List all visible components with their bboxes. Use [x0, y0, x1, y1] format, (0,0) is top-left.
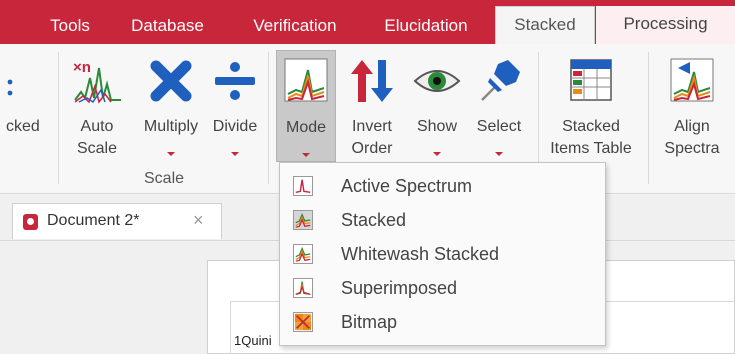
- bitmap-icon: [293, 312, 313, 332]
- align-spectra-button[interactable]: Align Spectra: [656, 44, 728, 164]
- document-tab[interactable]: Document 2* ×: [12, 203, 222, 239]
- stacked-icon: [293, 210, 313, 230]
- menu-item-label: Stacked: [341, 210, 407, 230]
- group-label-scale: Scale: [144, 170, 185, 187]
- tab-stacked[interactable]: Stacked: [495, 6, 595, 44]
- ribbon-separator: [58, 52, 59, 184]
- chevron-down-icon: [231, 152, 239, 156]
- spectrum-title-text: 1Quini: [234, 333, 272, 348]
- ribbon-tab-bar: Tools Database Verification Elucidation …: [0, 0, 735, 44]
- menu-item-bitmap[interactable]: Bitmap: [280, 305, 605, 339]
- menu-item-label: Bitmap: [341, 312, 398, 332]
- tab-elucidation[interactable]: Elucidation: [372, 8, 480, 44]
- tab-processing[interactable]: Processing: [596, 6, 735, 44]
- menu-item-stacked[interactable]: Stacked: [280, 203, 605, 237]
- menu-item-label: Whitewash Stacked: [341, 244, 500, 264]
- close-icon[interactable]: ×: [193, 210, 204, 231]
- whitewash-stacked-icon: [293, 244, 313, 264]
- mode-dropdown-menu: Active Spectrum Stacked Whitewash Stacke…: [279, 162, 606, 346]
- ribbon-separator: [268, 52, 269, 184]
- invert-order-label-2: Order: [351, 140, 393, 157]
- ribbon-separator: [648, 52, 649, 184]
- menu-item-label: Active Spectrum: [341, 176, 473, 196]
- auto-scale-button[interactable]: ×n Auto Scale: [66, 44, 128, 164]
- align-spectra-icon: [670, 58, 714, 102]
- active-spectrum-icon: [293, 176, 313, 196]
- select-label: Select: [476, 118, 522, 135]
- dots-icon: [7, 79, 13, 96]
- sheet-gridline: [230, 301, 231, 354]
- chevron-down-icon: [167, 152, 175, 156]
- document-icon: [23, 214, 38, 230]
- divide-icon: [215, 62, 255, 100]
- menu-item-label: Superimposed: [341, 278, 458, 298]
- align-spectra-label-1: Align: [674, 118, 710, 135]
- multiply-label: Multiply: [143, 118, 199, 135]
- invert-order-button[interactable]: Invert Order: [340, 44, 404, 164]
- eye-icon: [413, 70, 461, 92]
- mode-button[interactable]: Mode: [276, 50, 336, 162]
- document-tab-title: Document 2*: [47, 212, 140, 229]
- auto-scale-icon: ×n: [73, 59, 121, 104]
- multiply-button[interactable]: Multiply: [134, 44, 208, 164]
- stacked-items-table-label-1: Stacked: [562, 118, 620, 135]
- show-label: Show: [416, 118, 458, 135]
- chevron-down-icon: [302, 153, 310, 157]
- tab-verification[interactable]: Verification: [240, 8, 350, 44]
- stacked-partial-button[interactable]: cked: [0, 44, 54, 184]
- divide-button[interactable]: Divide: [208, 44, 262, 164]
- menu-item-active-spectrum[interactable]: Active Spectrum: [280, 169, 605, 203]
- menu-item-superimposed[interactable]: Superimposed: [280, 271, 605, 305]
- tab-tools[interactable]: Tools: [45, 8, 95, 44]
- select-button[interactable]: Select: [468, 44, 530, 164]
- chevron-down-icon: [433, 152, 441, 156]
- stacked-mode-icon: [284, 58, 328, 102]
- auto-scale-label-1: Auto: [80, 118, 114, 135]
- invert-order-icon: [351, 60, 393, 102]
- partial-label: cked: [6, 118, 40, 135]
- multiply-icon: [150, 60, 192, 102]
- svg-text:×n: ×n: [73, 59, 91, 76]
- table-icon: [570, 59, 612, 101]
- chevron-down-icon: [495, 152, 503, 156]
- stacked-items-table-label-2: Items Table: [550, 140, 632, 157]
- auto-scale-label-2: Scale: [76, 140, 118, 157]
- show-button[interactable]: Show: [406, 44, 468, 164]
- superimposed-icon: [293, 278, 313, 298]
- tab-database[interactable]: Database: [120, 8, 215, 44]
- menu-item-whitewash-stacked[interactable]: Whitewash Stacked: [280, 237, 605, 271]
- align-spectra-label-2: Spectra: [664, 140, 720, 157]
- mode-label: Mode: [285, 119, 327, 136]
- pin-icon: [481, 60, 520, 101]
- stacked-items-table-button[interactable]: Stacked Items Table: [542, 44, 640, 164]
- invert-order-label-1: Invert: [351, 118, 392, 135]
- divide-label: Divide: [212, 118, 258, 135]
